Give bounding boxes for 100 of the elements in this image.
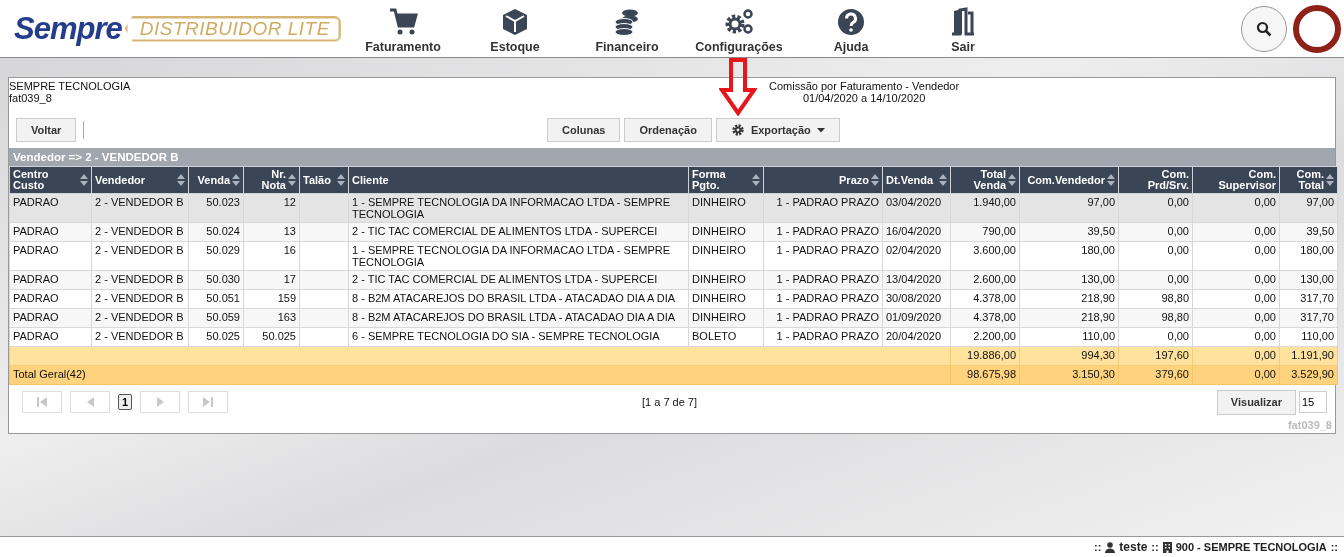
table-cell: 1 - PADRAO PRAZO <box>776 244 879 256</box>
table-cell: 39,50 <box>1306 225 1334 237</box>
total-value: 3.150,30 <box>1072 368 1115 380</box>
table-cell: 110,00 <box>1082 330 1115 342</box>
table-cell: 0,00 <box>1254 330 1276 342</box>
column-header[interactable]: Talão <box>299 166 349 194</box>
table-cell: 97,00 <box>1087 196 1115 208</box>
column-header[interactable]: Com. Supervisor <box>1192 166 1280 194</box>
column-header[interactable]: Forma Pgto. <box>688 166 764 194</box>
nav-item[interactable]: Ajuda <box>795 3 907 54</box>
column-header[interactable]: Total Venda <box>950 166 1020 194</box>
table-cell: 50.025 <box>206 330 240 342</box>
nav-item[interactable]: Financeiro <box>571 3 683 54</box>
page-number[interactable]: 1 <box>118 394 133 410</box>
table-cell: 13/04/2020 <box>886 273 942 285</box>
table-cell: 01/09/2020 <box>886 311 942 323</box>
table-cell: DINHEIRO <box>692 196 746 208</box>
table-cell: PADRAO <box>13 311 59 323</box>
table-cell: 0,00 <box>1254 244 1276 256</box>
page-size-field[interactable]: 15 <box>1299 391 1327 413</box>
table-cell: 163 <box>277 311 296 323</box>
table-cell: 1 - SEMPRE TECNOLOGIA DA INFORMACAO LTDA - SEMPRE TECNOLOGIA <box>352 196 671 220</box>
nav-item[interactable]: Faturamento <box>347 3 459 54</box>
table-cell: 50.029 <box>206 244 240 256</box>
table-cell: 2 - VENDEDOR B <box>95 244 184 256</box>
group-header: Vendedor => 2 - VENDEDOR B <box>9 148 1335 166</box>
table-cell: 2 - VENDEDOR B <box>95 273 184 285</box>
table-cell: 2.200,00 <box>973 330 1016 342</box>
table-cell: 8 - B2M ATACAREJOS DO BRASIL LTDA - ATACADAO DIA A DIA <box>352 292 676 304</box>
table-cell: 218,90 <box>1081 292 1115 304</box>
column-header[interactable]: Cliente <box>348 166 689 194</box>
table-cell: 790,00 <box>982 225 1016 237</box>
toolbar-button[interactable]: Colunas <box>547 118 621 142</box>
total-value: 0,00 <box>1254 349 1276 361</box>
total-value: 994,30 <box>1081 349 1115 361</box>
table-cell: DINHEIRO <box>692 311 746 323</box>
total-value: 3.529,90 <box>1291 368 1334 380</box>
column-header[interactable]: Venda <box>188 166 244 194</box>
column-header[interactable]: Com. Total <box>1279 166 1338 194</box>
table-cell: 50.024 <box>206 225 240 237</box>
column-header[interactable]: Centro Custo <box>9 166 92 194</box>
table-cell: 0,00 <box>1254 292 1276 304</box>
report-title: Comissão por Faturamento - Vendedor <box>769 80 960 92</box>
table-cell: 1 - PADRAO PRAZO <box>776 292 879 304</box>
table-cell: 110,00 <box>1301 330 1334 342</box>
table-cell: 2 - VENDEDOR B <box>95 196 184 208</box>
last-page-icon <box>202 396 215 408</box>
total-value: 1.191,90 <box>1291 349 1334 361</box>
total-value: 0,00 <box>1254 368 1276 380</box>
column-header[interactable]: Prazo <box>763 166 883 194</box>
view-button[interactable]: Visualizar <box>1216 389 1296 415</box>
report-code: fat039_8 <box>1287 419 1332 431</box>
table-cell: 2 - TIC TAC COMERCIAL DE ALIMENTOS LTDA - SUPERCEI <box>352 273 658 285</box>
table-cell: 1 - PADRAO PRAZO <box>776 225 879 237</box>
table-cell: 30/08/2020 <box>886 292 942 304</box>
avatar[interactable] <box>1293 4 1341 53</box>
table-cell: 218,90 <box>1081 311 1115 323</box>
back-button[interactable]: Voltar <box>16 118 77 142</box>
product-tag: DISTRIBUIDOR LITE <box>124 15 341 42</box>
table-cell: 98,80 <box>1161 292 1189 304</box>
column-header[interactable]: Com.Vendedor <box>1019 166 1119 194</box>
total-value: 19.886,00 <box>967 349 1016 361</box>
table-cell: 317,70 <box>1300 292 1334 304</box>
table-cell: 159 <box>277 292 296 304</box>
table-cell: DINHEIRO <box>692 292 746 304</box>
table-cell: 2 - VENDEDOR B <box>95 330 184 342</box>
table-cell: 50.025 <box>262 330 296 342</box>
nav-item[interactable]: Configurações <box>683 3 795 54</box>
building-icon <box>1162 541 1172 553</box>
table-cell: 02/04/2020 <box>886 244 942 256</box>
column-header[interactable]: Vendedor <box>91 166 189 194</box>
table-cell: 50.030 <box>206 273 240 285</box>
table-cell: 17 <box>283 273 296 285</box>
total-value: 379,60 <box>1155 368 1189 380</box>
table-cell: 03/04/2020 <box>886 196 942 208</box>
caret-icon <box>816 127 825 133</box>
table-cell: 16/04/2020 <box>886 225 942 237</box>
nav-item[interactable]: Estoque <box>459 3 571 54</box>
table-cell: DINHEIRO <box>692 273 746 285</box>
table-cell: 317,70 <box>1300 311 1334 323</box>
table-cell: DINHEIRO <box>692 244 746 256</box>
total-value: 98.675,98 <box>967 368 1016 380</box>
table-cell: 2 - TIC TAC COMERCIAL DE ALIMENTOS LTDA - SUPERCEI <box>352 225 658 237</box>
table-cell: 0,00 <box>1167 273 1189 285</box>
nav-item[interactable]: Sair <box>907 3 1019 54</box>
export-dropdown-button[interactable]: Exportação <box>715 118 840 142</box>
column-header[interactable]: Com. Prd/Srv. <box>1118 166 1193 194</box>
table-cell: 0,00 <box>1254 225 1276 237</box>
search-button[interactable] <box>1241 5 1287 52</box>
column-header[interactable]: Dt.Venda <box>882 166 951 194</box>
user-icon <box>1105 541 1116 553</box>
table-cell: 0,00 <box>1254 196 1276 208</box>
separator: :: <box>1094 541 1102 553</box>
toolbar-button[interactable]: Ordenação <box>624 118 712 142</box>
column-header[interactable]: Nr. Nota <box>243 166 300 194</box>
table-cell: 2 - VENDEDOR B <box>95 292 184 304</box>
table-cell: 2 - VENDEDOR B <box>95 311 184 323</box>
total-label: Total Geral(42) <box>13 368 86 380</box>
page-info: [1 a 7 de 7] <box>642 396 698 408</box>
table-cell: 0,00 <box>1167 225 1189 237</box>
